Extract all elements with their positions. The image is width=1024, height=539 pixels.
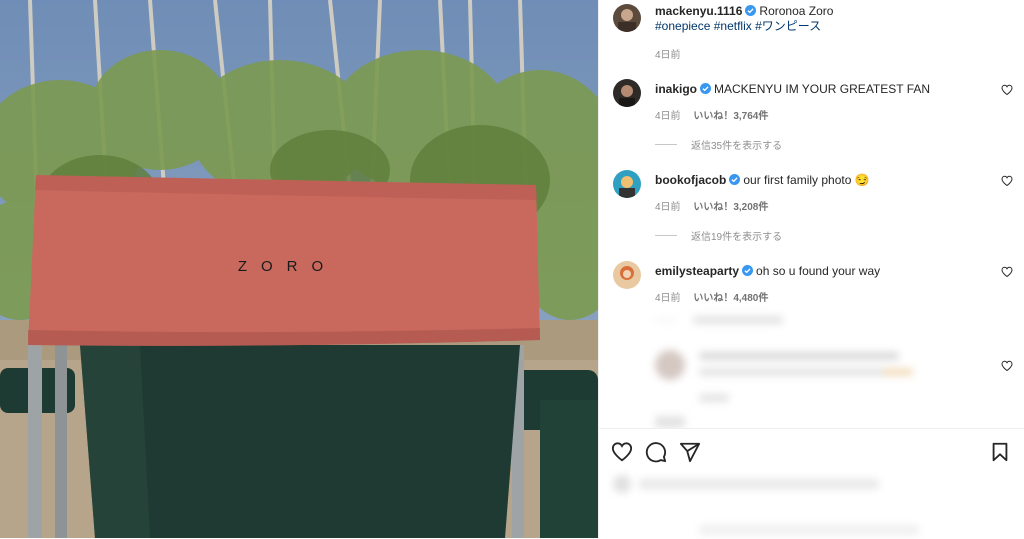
view-replies-label: 返信35件を表示する xyxy=(691,141,783,152)
comment-username[interactable]: bookofjacob xyxy=(655,173,726,187)
caption-time[interactable]: 4日前 xyxy=(655,50,681,61)
avatar[interactable] xyxy=(613,4,641,32)
heart-icon[interactable] xyxy=(611,441,633,463)
verified-badge-icon xyxy=(700,83,712,94)
comment-likes[interactable]: いいね！3,208件 xyxy=(693,202,768,213)
verified-badge-icon xyxy=(742,265,754,276)
heart-icon[interactable] xyxy=(1001,84,1013,96)
chair-label: ZORO xyxy=(237,258,338,275)
heart-icon[interactable] xyxy=(1001,266,1013,278)
comment-body: our first family photo 😏 xyxy=(743,173,870,187)
heart-icon[interactable] xyxy=(1001,175,1013,187)
comment-time[interactable]: 4日前 xyxy=(655,293,681,304)
divider xyxy=(655,144,677,145)
caption-body: Roronoa Zoro xyxy=(759,4,834,18)
view-replies-label: 返信19件を表示する xyxy=(691,232,783,243)
comment-text: bookofjacob our first family photo 😏 xyxy=(655,173,870,188)
caption-hashtags[interactable]: #onepiece #netflix #ワンピース xyxy=(655,19,821,33)
blurred-notice xyxy=(699,525,919,535)
caption-meta: 4日前 xyxy=(655,46,691,61)
comment-text: emilysteaparty oh so u found your way xyxy=(655,264,880,279)
avatar[interactable] xyxy=(613,170,641,198)
view-replies-button[interactable]: 返信35件を表示する xyxy=(655,137,782,152)
comment-username[interactable]: inakigo xyxy=(655,82,697,96)
share-icon[interactable] xyxy=(679,441,701,463)
avatar[interactable] xyxy=(613,261,641,289)
comment-text: inakigo MACKENYU IM YOUR GREATEST FAN xyxy=(655,82,930,97)
post-side-panel: mackenyu.1116 Roronoa Zoro #onepiece #net… xyxy=(598,0,1024,538)
comment-likes[interactable]: いいね！4,480件 xyxy=(693,293,768,304)
comment-time[interactable]: 4日前 xyxy=(655,111,681,122)
comments-list: mackenyu.1116 Roronoa Zoro #onepiece #net… xyxy=(599,0,1024,428)
comment-body: MACKENYU IM YOUR GREATEST FAN xyxy=(714,82,931,96)
divider xyxy=(655,235,677,236)
post-photo[interactable]: ZORO xyxy=(0,0,598,538)
comment-meta: 4日前 いいね！4,480件 xyxy=(655,289,778,304)
comment-body: oh so u found your way xyxy=(756,264,881,278)
view-replies-button[interactable]: 返信19件を表示する xyxy=(655,228,782,243)
instagram-post: ZORO mackenyu.1116 Roronoa Zoro #onepiece… xyxy=(0,0,1024,538)
comment-icon[interactable] xyxy=(645,441,667,463)
caption-username[interactable]: mackenyu.1116 xyxy=(655,4,742,18)
comment-likes[interactable]: いいね！3,764件 xyxy=(693,111,768,122)
comment-time[interactable]: 4日前 xyxy=(655,202,681,213)
avatar[interactable] xyxy=(613,79,641,107)
comment-meta: 4日前 いいね！3,764件 xyxy=(655,107,778,122)
heart-icon[interactable] xyxy=(1001,360,1013,372)
verified-badge-icon xyxy=(745,5,757,16)
comment-username[interactable]: emilysteaparty xyxy=(655,264,739,278)
blurred-comments xyxy=(613,312,1013,428)
caption-text: mackenyu.1116 Roronoa Zoro #onepiece #net… xyxy=(655,4,833,34)
comment-meta: 4日前 いいね！3,208件 xyxy=(655,198,778,213)
bookmark-icon[interactable] xyxy=(989,441,1011,463)
action-bar xyxy=(599,428,1024,539)
verified-badge-icon xyxy=(729,174,741,185)
